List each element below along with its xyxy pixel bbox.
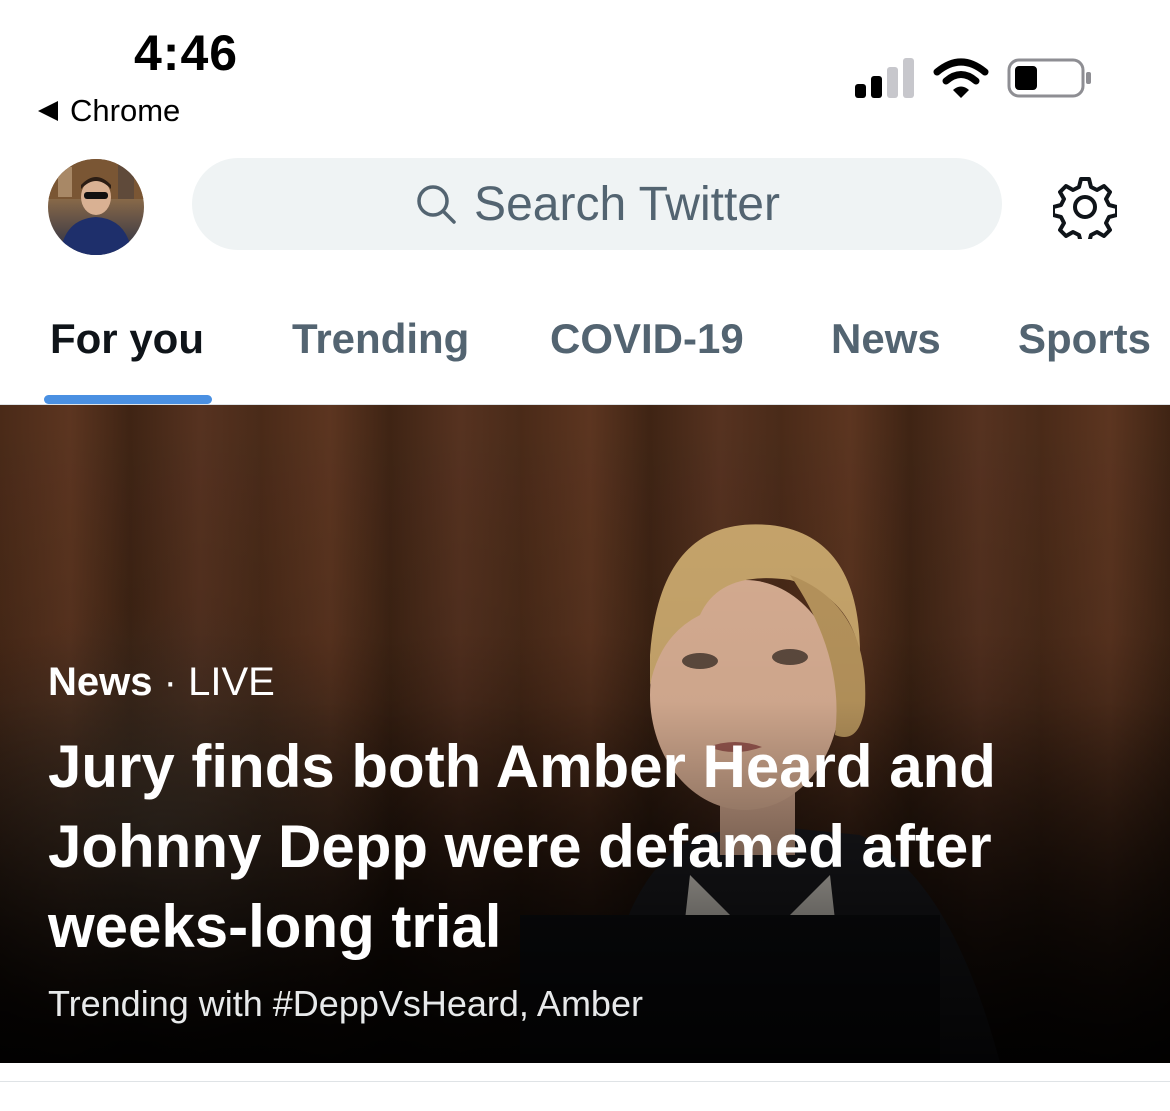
bottom-divider — [0, 1081, 1170, 1082]
tab-sports[interactable]: Sports — [1018, 315, 1151, 363]
battery-icon — [1007, 58, 1091, 98]
signal-icon — [855, 58, 914, 98]
tab-trending[interactable]: Trending — [292, 315, 469, 363]
hero-category: News — [48, 660, 153, 704]
explore-tabs: For you Trending COVID-19 News Sports — [0, 285, 1170, 405]
search-placeholder: Search Twitter — [474, 177, 780, 231]
featured-news-card[interactable]: News · LIVE Jury finds both Amber Heard … — [0, 405, 1170, 1063]
search-icon — [417, 185, 456, 224]
hero-meta: News · LIVE — [48, 660, 1128, 705]
avatar-photo — [48, 159, 144, 255]
hero-live-status: LIVE — [188, 660, 275, 704]
tab-news[interactable]: News — [831, 315, 941, 363]
back-app-label: Chrome — [70, 93, 181, 128]
wifi-icon — [933, 58, 989, 98]
tab-for-you[interactable]: For you — [50, 315, 204, 363]
tab-covid-19[interactable]: COVID-19 — [550, 315, 744, 363]
gear-icon[interactable] — [1053, 175, 1117, 239]
status-time: 4:46 — [134, 25, 239, 81]
hero-text-block: News · LIVE Jury finds both Amber Heard … — [48, 660, 1128, 1025]
back-arrow-icon — [38, 101, 58, 121]
page: 4:46 Chrome Search Twitter For you Trend… — [0, 0, 1170, 1111]
hero-headline: Jury finds both Amber Heard and Johnny D… — [48, 733, 996, 960]
hero-trending-line: Trending with #DeppVsHeard, Amber — [48, 983, 643, 1024]
back-to-app-link[interactable]: Chrome — [38, 93, 180, 129]
profile-avatar[interactable] — [48, 159, 144, 255]
search-input[interactable]: Search Twitter — [192, 158, 1002, 250]
hero-separator: · — [163, 660, 177, 704]
active-tab-indicator — [44, 395, 212, 404]
